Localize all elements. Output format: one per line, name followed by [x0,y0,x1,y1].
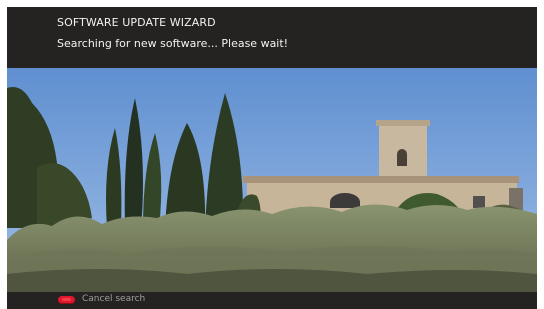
wizard-status-message: Searching for new software... Please wai… [57,37,289,50]
tv-live-picture [7,68,537,292]
wizard-header: SOFTWARE UPDATE WIZARD Searching for new… [7,7,537,68]
tv-screen: SOFTWARE UPDATE WIZARD Searching for new… [7,7,537,309]
wizard-title: SOFTWARE UPDATE WIZARD [57,16,216,29]
cancel-search-label: Cancel search [82,294,146,304]
red-button-icon[interactable] [58,296,75,304]
button-hint-bar: Cancel search [7,292,537,309]
